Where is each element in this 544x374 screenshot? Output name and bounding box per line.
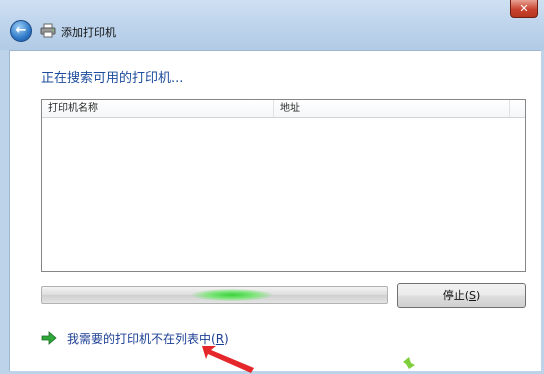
title-bar: ✕ ← 添加打印机 (0, 0, 544, 50)
close-button[interactable]: ✕ (510, 0, 538, 18)
search-progress-bar (41, 286, 388, 304)
stop-button-label: 停止 (442, 289, 465, 302)
window-title: 添加打印机 (61, 26, 116, 39)
printer-list[interactable]: 打印机名称 地址 (41, 99, 526, 272)
back-button[interactable]: ← (10, 20, 32, 42)
column-address[interactable]: 地址 (274, 100, 510, 117)
stop-button[interactable]: 停止(S) (397, 283, 526, 308)
search-status-heading: 正在搜索可用的打印机... (41, 71, 184, 86)
red-annotation-arrow-icon (202, 346, 254, 373)
stop-button-mnemonic: S (469, 289, 476, 302)
list-header: 打印机名称 地址 (42, 100, 525, 118)
green-arrow-icon (41, 331, 57, 345)
column-printer-name[interactable]: 打印机名称 (42, 100, 274, 117)
content-panel: 正在搜索可用的打印机... 打印机名称 地址 停止(S) 我需要的打印机不在列表… (9, 50, 541, 373)
green-cursor-mark-icon (403, 357, 415, 369)
back-arrow-icon: ← (15, 23, 27, 38)
printer-icon (40, 23, 56, 38)
close-icon: ✕ (519, 2, 529, 15)
progress-glow (192, 289, 272, 301)
